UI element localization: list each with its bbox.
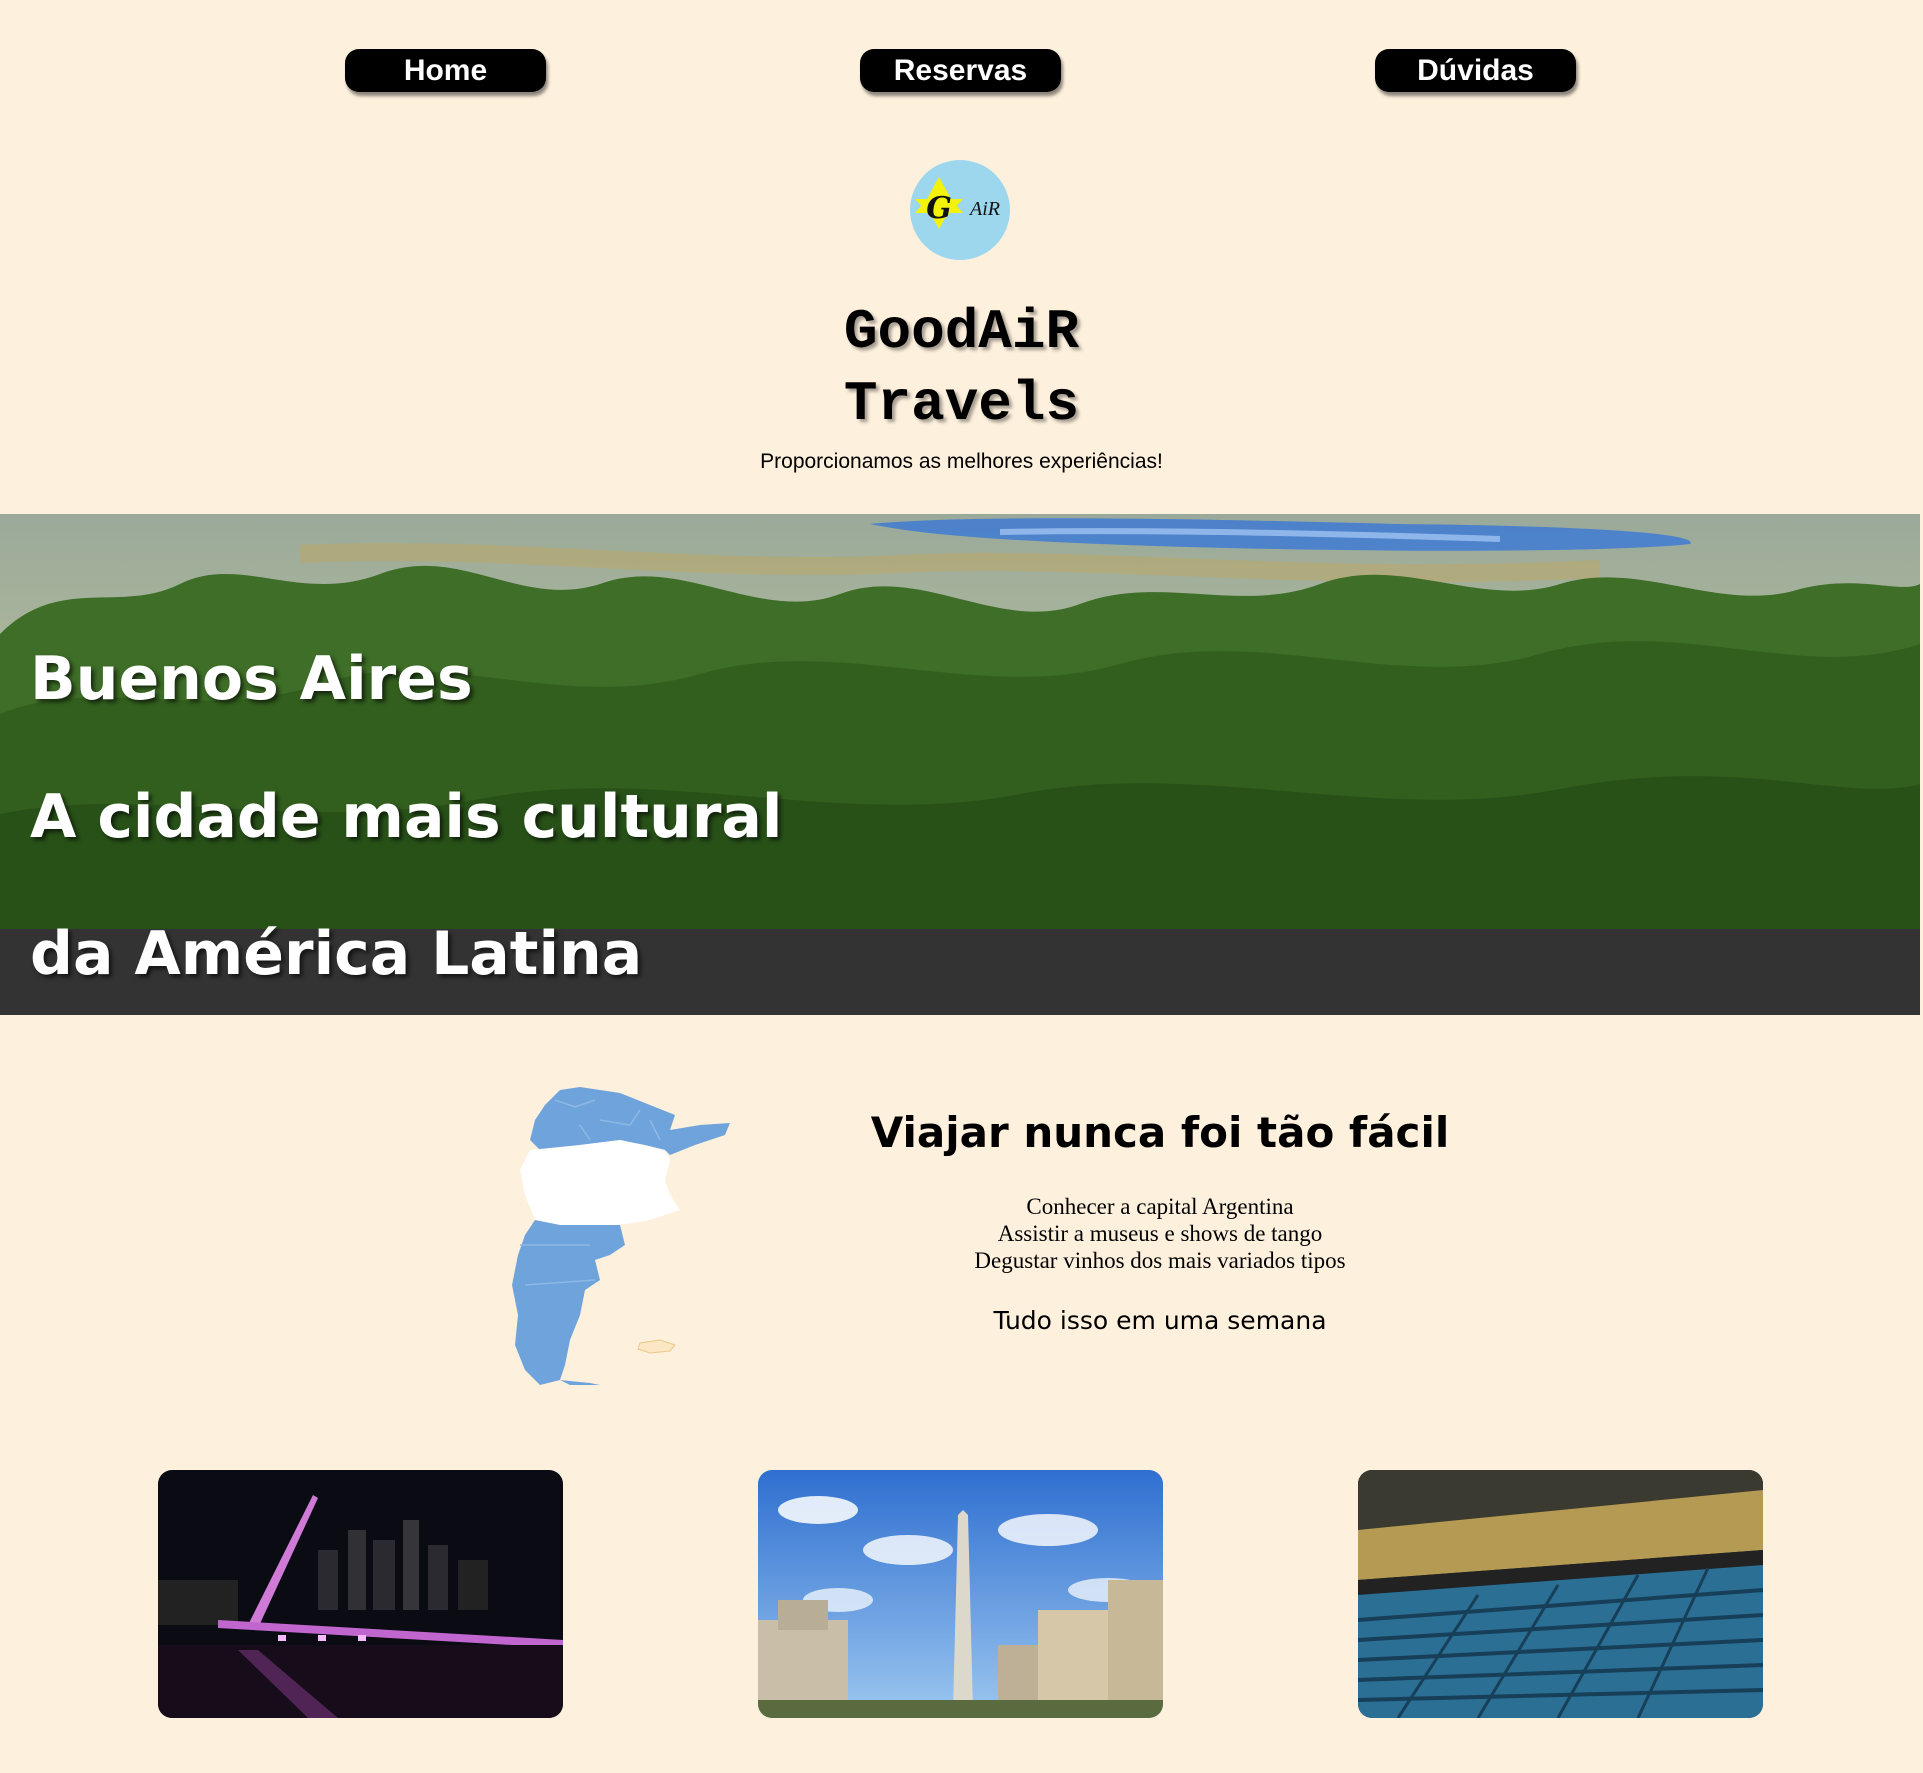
nav-reservas-button[interactable]: Reservas [860,49,1061,92]
photo-obelisco[interactable] [758,1470,1163,1718]
title-line-2: Travels [843,372,1080,436]
title-line-1: GoodAiR [843,300,1080,364]
hero-heading-line-1: Buenos Aires [30,644,473,714]
info-item: Degustar vinhos dos mais variados tipos [974,1248,1346,1273]
nav-home-button[interactable]: Home [345,49,546,92]
page-title: GoodAiR Travels [0,296,1923,440]
hero-landscape-image [0,514,1920,929]
hero-heading-line-2: A cidade mais cultural [30,782,783,852]
hero-banner: Buenos Aires A cidade mais cultural da A… [0,514,1920,1015]
photo-la-bombonera[interactable] [1358,1470,1763,1718]
info-list: Conhecer a capital Argentina Assistir a … [860,1193,1460,1274]
main-nav: Home Reservas Dúvidas [0,49,1923,94]
photo-puente-de-la-mujer[interactable] [158,1470,563,1718]
logo-letter: G [926,191,952,226]
argentina-map-icon [512,1087,730,1385]
info-title: Viajar nunca foi tão fácil [870,1108,1450,1157]
star-logo-icon: G AiR [910,160,1010,260]
info-footer: Tudo isso em uma semana [993,1306,1327,1335]
hero-heading-line-3: da América Latina [30,919,643,989]
info-item: Conhecer a capital Argentina [1026,1194,1294,1219]
tagline: Proporcionamos as melhores experiências! [760,450,1163,473]
nav-duvidas-button[interactable]: Dúvidas [1375,49,1576,92]
logo-text: AiR [968,198,1000,220]
info-item: Assistir a museus e shows de tango [997,1221,1323,1246]
argentina-map [500,1085,775,1385]
brand-logo[interactable]: G AiR [909,159,1011,261]
